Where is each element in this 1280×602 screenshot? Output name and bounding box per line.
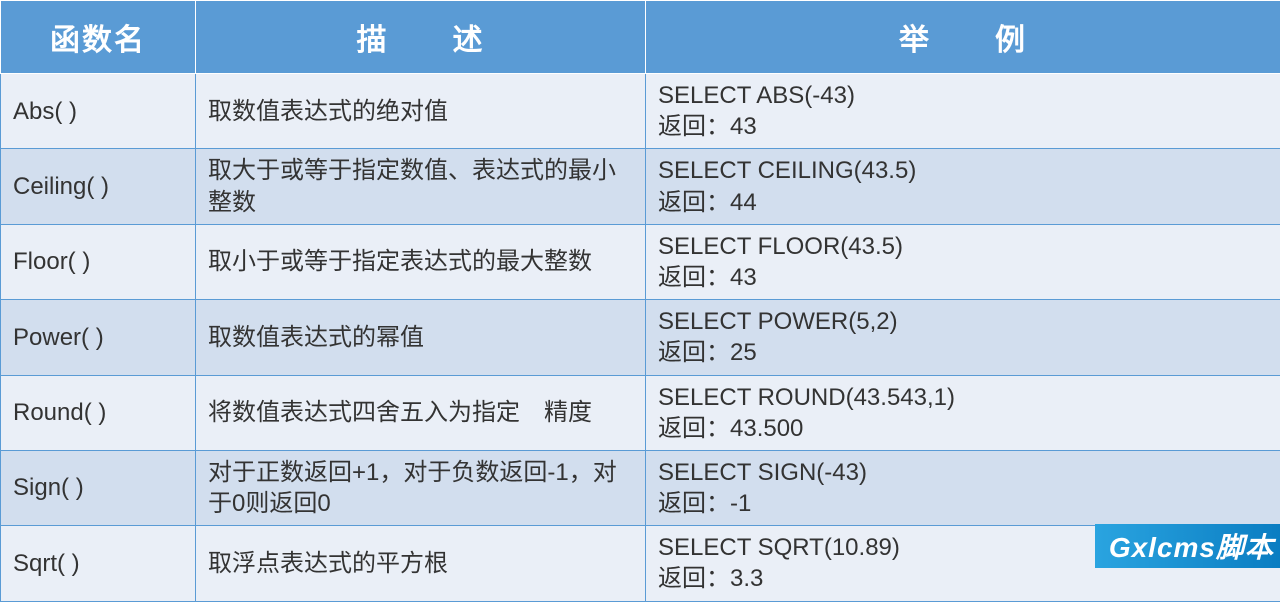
cell-description: 取大于或等于指定数值、表达式的最小整数 [196, 149, 646, 224]
cell-example: SELECT FLOOR(43.5) 返回：43 [646, 224, 1280, 299]
table-row: Abs( )取数值表达式的绝对值SELECT ABS(-43) 返回：43 [1, 74, 1280, 149]
cell-func-name: Power( ) [1, 300, 196, 375]
cell-example: SELECT SIGN(-43) 返回：-1 [646, 450, 1280, 525]
table-row: Sign( )对于正数返回+1，对于负数返回-1，对于0则返回0SELECT S… [1, 450, 1280, 525]
table-header-row: 函数名 描 述 举 例 [1, 1, 1280, 74]
watermark-label: Gxlcms脚本 [1095, 524, 1280, 568]
cell-description: 对于正数返回+1，对于负数返回-1，对于0则返回0 [196, 450, 646, 525]
sql-math-functions-table: 函数名 描 述 举 例 Abs( )取数值表达式的绝对值SELECT ABS(-… [0, 0, 1280, 602]
header-description: 描 述 [196, 1, 646, 74]
cell-func-name: Ceiling( ) [1, 149, 196, 224]
cell-description: 取小于或等于指定表达式的最大整数 [196, 224, 646, 299]
header-func-name: 函数名 [1, 1, 196, 74]
cell-example: SELECT ABS(-43) 返回：43 [646, 74, 1280, 149]
cell-description: 取数值表达式的幂值 [196, 300, 646, 375]
cell-func-name: Abs( ) [1, 74, 196, 149]
cell-example: SELECT CEILING(43.5) 返回：44 [646, 149, 1280, 224]
table-row: Sqrt( )取浮点表达式的平方根SELECT SQRT(10.89) 返回：3… [1, 526, 1280, 601]
cell-func-name: Sqrt( ) [1, 526, 196, 601]
table-row: Floor( )取小于或等于指定表达式的最大整数SELECT FLOOR(43.… [1, 224, 1280, 299]
cell-description: 将数值表达式四舍五入为指定 精度 [196, 375, 646, 450]
header-example: 举 例 [646, 1, 1280, 74]
cell-description: 取数值表达式的绝对值 [196, 74, 646, 149]
table-row: Round( )将数值表达式四舍五入为指定 精度SELECT ROUND(43.… [1, 375, 1280, 450]
table-row: Ceiling( )取大于或等于指定数值、表达式的最小整数SELECT CEIL… [1, 149, 1280, 224]
table-row: Power( )取数值表达式的幂值SELECT POWER(5,2) 返回：25 [1, 300, 1280, 375]
cell-func-name: Floor( ) [1, 224, 196, 299]
cell-func-name: Round( ) [1, 375, 196, 450]
cell-example: SELECT POWER(5,2) 返回：25 [646, 300, 1280, 375]
cell-example: SELECT ROUND(43.543,1) 返回：43.500 [646, 375, 1280, 450]
cell-func-name: Sign( ) [1, 450, 196, 525]
cell-description: 取浮点表达式的平方根 [196, 526, 646, 601]
